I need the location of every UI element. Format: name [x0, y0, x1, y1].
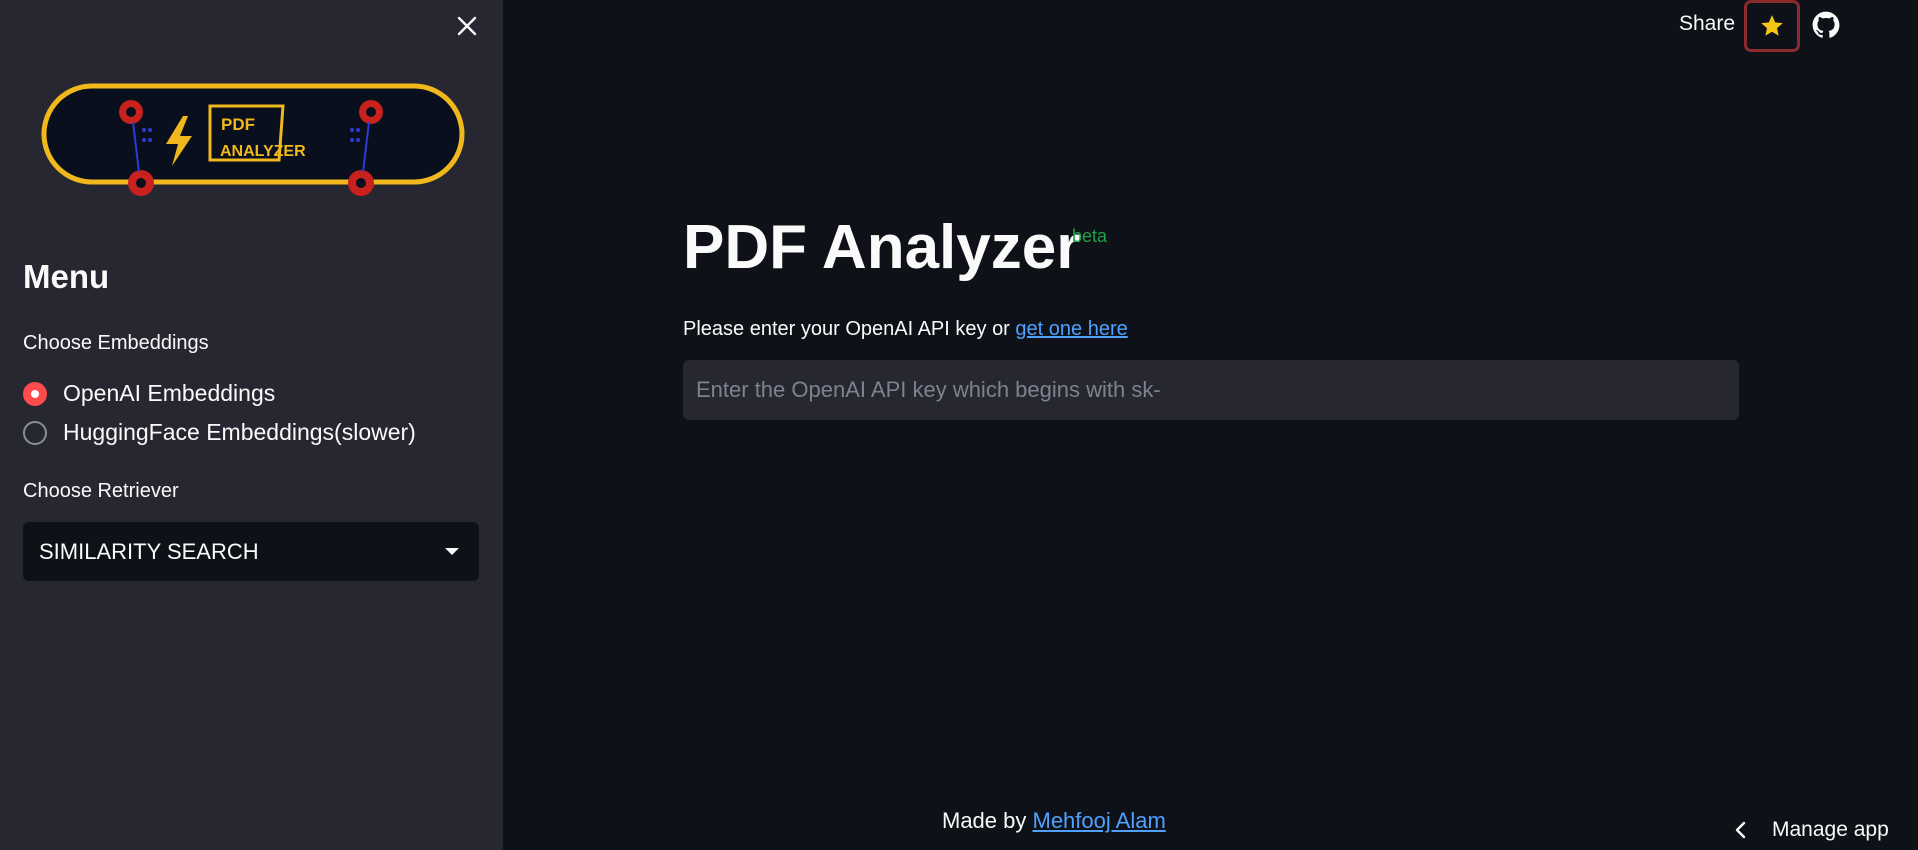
radio-checked-icon	[23, 381, 47, 406]
star-icon	[1761, 15, 1783, 36]
radio-openai-embeddings[interactable]: OpenAI Embeddings	[23, 380, 275, 407]
close-sidebar-button[interactable]	[454, 13, 480, 39]
chevron-down-icon	[445, 548, 459, 555]
manage-app-label: Manage app	[1772, 818, 1889, 841]
radio-unchecked-icon	[23, 420, 47, 445]
star-button[interactable]	[1744, 0, 1800, 52]
sidebar: PDF ANALYZER Menu Choose Embeddings Open…	[0, 0, 503, 850]
chevron-left-icon	[1735, 821, 1746, 839]
logo-text-analyzer: ANALYZER	[220, 143, 306, 160]
page-title: PDF Analyzer	[683, 213, 1081, 282]
api-key-input[interactable]	[683, 360, 1739, 420]
manage-app-button[interactable]: Manage app	[1734, 818, 1889, 842]
retriever-select[interactable]: SIMILARITY SEARCH	[23, 522, 479, 581]
radio-label: HuggingFace Embeddings(slower)	[63, 419, 416, 445]
radio-label: OpenAI Embeddings	[63, 380, 276, 406]
beta-badge: beta	[1072, 226, 1108, 246]
footer-credit: Made by Mehfooj Alam	[942, 808, 1166, 834]
github-button[interactable]	[1812, 11, 1840, 39]
github-icon	[1812, 11, 1840, 38]
logo-text-pdf: PDF	[221, 115, 255, 134]
retriever-selected-value: SIMILARITY SEARCH	[39, 538, 259, 564]
choose-embeddings-label: Choose Embeddings	[23, 332, 209, 354]
api-key-prompt: Please enter your OpenAI API key or get …	[683, 318, 1128, 341]
share-button[interactable]: Share	[1679, 12, 1735, 36]
pdf-analyzer-logo: PDF ANALYZER	[41, 83, 465, 196]
author-link[interactable]: Mehfooj Alam	[1033, 808, 1166, 833]
choose-retriever-label: Choose Retriever	[23, 480, 179, 502]
get-api-key-link[interactable]: get one here	[1015, 318, 1127, 340]
made-by-text: Made by	[942, 808, 1033, 833]
menu-title: Menu	[23, 258, 110, 295]
radio-huggingface-embeddings[interactable]: HuggingFace Embeddings(slower)	[23, 419, 416, 446]
close-icon	[457, 16, 477, 36]
api-key-prompt-text: Please enter your OpenAI API key or	[683, 318, 1016, 340]
